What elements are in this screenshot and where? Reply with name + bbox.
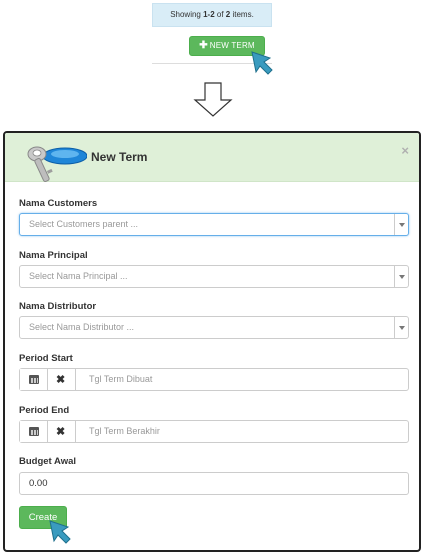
close-icon[interactable]: × xyxy=(401,143,409,158)
chevron-down-icon xyxy=(399,326,405,330)
period-start-calendar-button[interactable] xyxy=(20,369,48,390)
down-arrow-icon xyxy=(193,82,233,117)
period-start-placeholder: Tgl Term Dibuat xyxy=(89,374,153,384)
customers-placeholder: Select Customers parent ... xyxy=(29,219,139,229)
period-end-clear-button[interactable]: ✖ xyxy=(48,421,76,442)
principal-select[interactable]: Select Nama Principal ... xyxy=(19,265,409,288)
period-end-placeholder: Tgl Term Berakhir xyxy=(89,426,160,436)
principal-dropdown-toggle[interactable] xyxy=(394,266,408,287)
distributor-label: Nama Distributor xyxy=(19,301,97,312)
budget-awal-input[interactable]: 0.00 xyxy=(19,472,409,495)
customers-dropdown-toggle[interactable] xyxy=(394,214,408,235)
new-term-label: NEW TERM xyxy=(209,41,255,50)
period-start-clear-button[interactable]: ✖ xyxy=(48,369,76,390)
summary-bar: Showing 1-2 of 2 items. xyxy=(152,3,272,27)
chevron-down-icon xyxy=(399,223,405,227)
summary-prefix: Showing xyxy=(170,10,204,19)
period-end-calendar-button[interactable] xyxy=(20,421,48,442)
chevron-down-icon xyxy=(399,275,405,279)
term-key-icon xyxy=(27,146,87,182)
period-start-field[interactable]: ✖ Tgl Term Dibuat xyxy=(19,368,409,391)
distributor-dropdown-toggle[interactable] xyxy=(394,317,408,338)
budget-awal-value: 0.00 xyxy=(29,478,48,489)
summary-of: of xyxy=(214,10,226,19)
principal-label: Nama Principal xyxy=(19,250,88,261)
period-end-label: Period End xyxy=(19,405,70,416)
plus-icon: ✚ xyxy=(199,40,208,51)
period-end-field[interactable]: ✖ Tgl Term Berakhir xyxy=(19,420,409,443)
pointer-cursor-icon xyxy=(251,51,273,75)
pointer-cursor-icon xyxy=(49,520,71,544)
summary-suffix: items. xyxy=(230,10,254,19)
modal-title: New Term xyxy=(91,150,148,164)
period-start-label: Period Start xyxy=(19,353,73,364)
distributor-placeholder: Select Nama Distributor ... xyxy=(29,322,135,332)
principal-placeholder: Select Nama Principal ... xyxy=(29,271,128,281)
clear-icon: ✖ xyxy=(56,426,66,438)
budget-awal-label: Budget Awal xyxy=(19,456,77,467)
customers-select[interactable]: Select Customers parent ... xyxy=(19,213,409,236)
customers-label: Nama Customers xyxy=(19,198,98,209)
calendar-icon xyxy=(29,375,39,384)
modal-header: New Term × xyxy=(5,133,419,182)
distributor-select[interactable]: Select Nama Distributor ... xyxy=(19,316,409,339)
new-term-modal: New Term × Nama Customers Select Custome… xyxy=(3,131,421,552)
summary-range: 1-2 xyxy=(203,10,215,19)
calendar-icon xyxy=(29,427,39,436)
clear-icon: ✖ xyxy=(56,374,66,386)
